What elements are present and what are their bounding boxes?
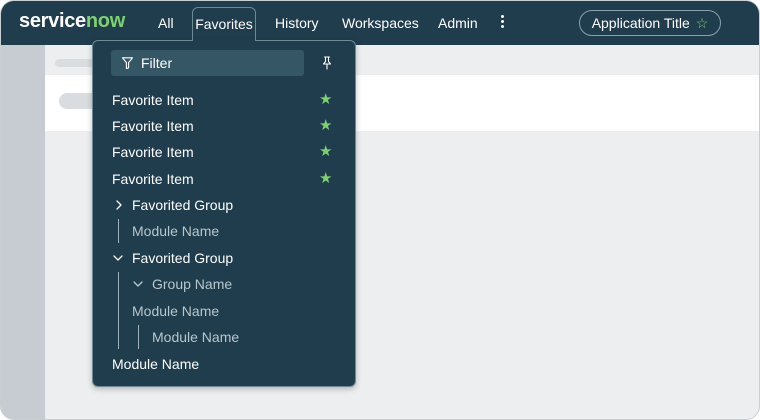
app-window: servicenow All Favorites History Workspa…: [0, 0, 760, 420]
module-row[interactable]: Module Name: [93, 351, 355, 377]
favorite-item-label: Favorite Item: [112, 171, 194, 187]
nav-all[interactable]: All: [158, 1, 174, 45]
favorite-item-row[interactable]: Favorite Item ★: [93, 113, 355, 139]
top-navigation-bar: servicenow All Favorites History Workspa…: [1, 1, 759, 45]
favorite-item-row[interactable]: Favorite Item ★: [93, 139, 355, 165]
nav-workspaces[interactable]: Workspaces: [342, 1, 419, 45]
left-sidebar-strip: [1, 45, 45, 419]
module-label: Module Name: [132, 303, 220, 319]
servicenow-logo[interactable]: servicenow: [19, 10, 125, 33]
favorite-star-outline-icon[interactable]: ☆: [696, 15, 709, 32]
application-title-button[interactable]: Application Title ☆: [579, 10, 721, 36]
favorites-dropdown-menu: Filter Favorite Item ★ Favorite Item ★ F…: [92, 40, 356, 387]
filter-input[interactable]: Filter: [111, 50, 304, 76]
module-label: Module Name: [132, 223, 220, 239]
logo-text-service: service: [19, 10, 86, 32]
group-label: Favorited Group: [132, 197, 234, 213]
chevron-right-icon: [116, 200, 122, 210]
favorite-item-label: Favorite Item: [112, 118, 194, 134]
module-label: Module Name: [152, 329, 240, 345]
favorite-star-icon[interactable]: ★: [319, 113, 332, 139]
filter-icon: [122, 57, 133, 69]
application-title-label: Application Title: [591, 15, 690, 31]
nav-favorites[interactable]: Favorites: [192, 7, 256, 41]
module-row[interactable]: Module Name: [93, 298, 355, 324]
favorite-item-label: Favorite Item: [112, 92, 194, 108]
subgroup-label: Group Name: [152, 276, 233, 292]
chevron-down-icon: [133, 281, 143, 287]
filter-placeholder: Filter: [141, 55, 173, 71]
favorited-group-collapsed[interactable]: Favorited Group: [93, 192, 355, 218]
nav-history[interactable]: History: [275, 1, 319, 45]
favorite-item-row[interactable]: Favorite Item ★: [93, 87, 355, 113]
favorite-star-icon[interactable]: ★: [319, 166, 332, 192]
pin-icon[interactable]: [321, 56, 333, 70]
group-label: Favorited Group: [132, 250, 234, 266]
favorited-group-expanded[interactable]: Favorited Group: [93, 245, 355, 271]
nav-admin[interactable]: Admin: [438, 1, 478, 45]
module-row[interactable]: Module Name: [93, 324, 355, 350]
more-options-icon[interactable]: [499, 15, 505, 31]
favorite-item-row[interactable]: Favorite Item ★: [93, 166, 355, 192]
logo-text-now: now: [85, 10, 125, 32]
tab-dropdown-connector: [193, 39, 255, 42]
subgroup-expanded[interactable]: Group Name: [93, 271, 355, 297]
chevron-down-icon: [113, 255, 123, 261]
favorite-star-icon[interactable]: ★: [319, 87, 332, 113]
favorite-item-label: Favorite Item: [112, 144, 194, 160]
module-label: Module Name: [112, 356, 200, 372]
module-row[interactable]: Module Name: [93, 218, 355, 244]
favorite-star-icon[interactable]: ★: [319, 139, 332, 165]
